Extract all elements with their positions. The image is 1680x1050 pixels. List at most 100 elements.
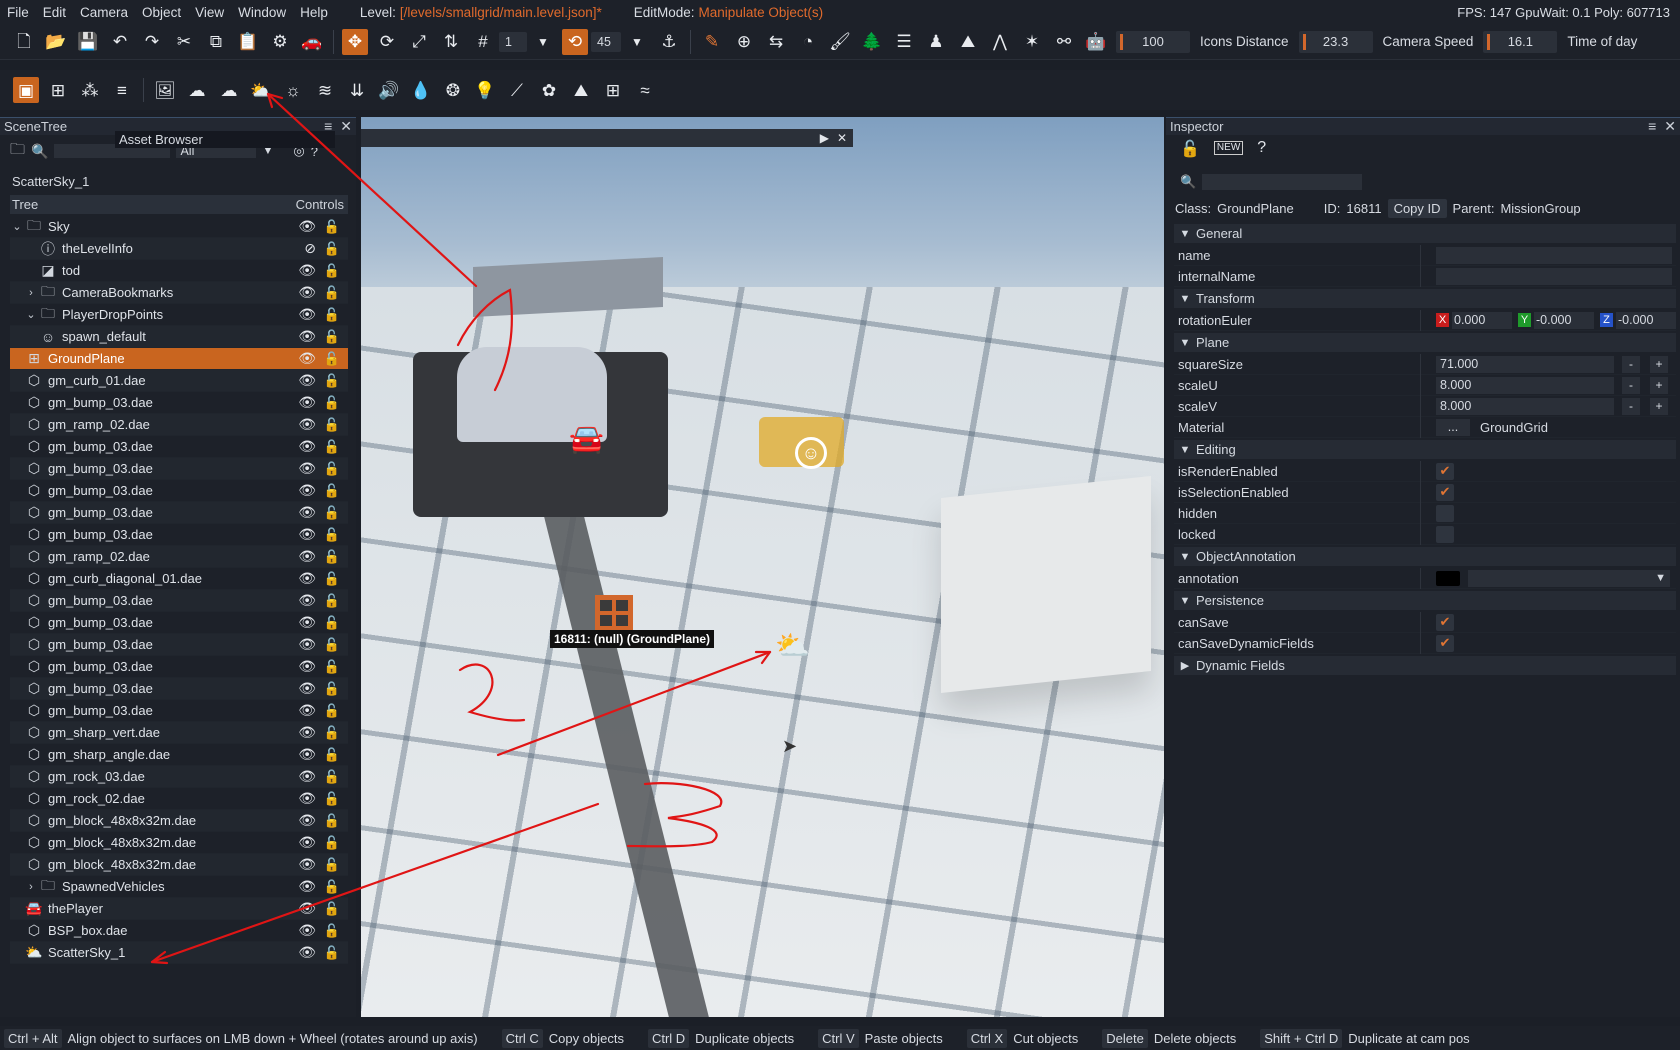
internal-name-input[interactable] bbox=[1436, 267, 1672, 285]
hidden-checkbox[interactable] bbox=[1436, 504, 1454, 522]
expand-toggle-icon[interactable]: ⌄ bbox=[10, 220, 24, 233]
eye-icon[interactable]: 👁 bbox=[298, 394, 316, 411]
scale-u-minus[interactable]: - bbox=[1622, 376, 1640, 394]
play-icon[interactable]: ▶ bbox=[820, 131, 829, 145]
lock-icon[interactable]: 🔓 bbox=[324, 879, 340, 895]
menu-help[interactable]: Help bbox=[293, 5, 335, 20]
layers-icon[interactable]: ☰ bbox=[891, 29, 917, 55]
eye-icon[interactable]: 👁 bbox=[298, 878, 316, 895]
car-icon[interactable]: 🚘 bbox=[569, 422, 604, 455]
navigation-icon[interactable]: ✶ bbox=[1019, 29, 1045, 55]
eye-icon[interactable]: 👁 bbox=[298, 790, 316, 807]
tree-row[interactable]: ⬡ gm_bump_03.dae 👁 🔓 bbox=[10, 524, 348, 546]
rotation-x-input[interactable]: 0.000 bbox=[1452, 311, 1512, 329]
eye-icon[interactable]: 👁 bbox=[298, 834, 316, 851]
paste-icon[interactable]: 📋 bbox=[235, 29, 261, 55]
lock-icon[interactable]: 🔓 bbox=[324, 307, 340, 323]
lock-icon[interactable]: 🔓 bbox=[324, 527, 340, 543]
tree-row[interactable]: ⬡ gm_bump_03.dae 👁 🔓 bbox=[10, 392, 348, 414]
eye-icon[interactable]: 👁 bbox=[298, 702, 316, 719]
tree-row[interactable]: ⛅ ScatterSky_1 👁 🔓 bbox=[10, 942, 348, 964]
eye-icon[interactable]: 👁 bbox=[298, 614, 316, 631]
add-object-icon[interactable]: ⊕ bbox=[731, 29, 757, 55]
lock-icon[interactable]: 🔓 bbox=[324, 549, 340, 565]
icons-distance-slider[interactable]: 23.3 bbox=[1298, 30, 1373, 53]
rotate-snap-icon[interactable]: ⟲ bbox=[562, 28, 588, 55]
scale-u-input[interactable]: 8.000 bbox=[1436, 376, 1614, 394]
lock-icon[interactable]: 🔓 bbox=[324, 241, 340, 257]
square-size-minus[interactable]: - bbox=[1622, 355, 1640, 373]
vehicle-icon[interactable]: 🚗 bbox=[299, 29, 325, 55]
tree-row[interactable]: ⬡ gm_bump_03.dae 👁 🔓 bbox=[10, 678, 348, 700]
close-icon[interactable]: ✕ bbox=[340, 118, 352, 135]
tree-row[interactable]: ☺ spawn_default 👁 🔓 bbox=[10, 326, 348, 348]
asset-image-icon[interactable]: ▣ bbox=[13, 77, 39, 103]
grid-snap-icon[interactable]: # bbox=[470, 29, 496, 55]
can-save-dynamic-checkbox[interactable]: ✔ bbox=[1436, 634, 1454, 652]
section-transform[interactable]: ▼ Transform bbox=[1174, 289, 1676, 308]
redo-icon[interactable]: ↷ bbox=[139, 29, 165, 55]
eye-icon[interactable]: 👁 bbox=[298, 526, 316, 543]
camera-speed-slider[interactable]: 16.1 bbox=[1483, 30, 1558, 53]
lock-icon[interactable]: 🔓 bbox=[324, 725, 340, 741]
tree-row[interactable]: ⬡ gm_rock_03.dae 👁 🔓 bbox=[10, 766, 348, 788]
pivot-icon[interactable]: ⚓ bbox=[656, 29, 682, 55]
lock-icon[interactable]: 🔓 bbox=[324, 483, 340, 499]
rotate-snap-dropdown-icon[interactable]: ▼ bbox=[624, 29, 650, 55]
can-save-checkbox[interactable]: ✔ bbox=[1436, 613, 1454, 631]
menu-object[interactable]: Object bbox=[135, 5, 188, 20]
image-icon[interactable]: 🖼 bbox=[152, 77, 178, 103]
save-icon[interactable]: 💾 bbox=[75, 29, 101, 55]
section-editing[interactable]: ▼ Editing bbox=[1174, 440, 1676, 459]
name-input[interactable] bbox=[1436, 246, 1672, 264]
scatter-sky-icon[interactable]: ⛅ bbox=[248, 77, 274, 103]
open-folder-icon[interactable]: 📂 bbox=[43, 29, 69, 55]
copy-id-button[interactable]: Copy ID bbox=[1387, 199, 1447, 218]
eye-icon[interactable]: 👁 bbox=[298, 636, 316, 653]
point-light-icon[interactable]: 💡 bbox=[472, 77, 498, 103]
close-icon[interactable]: ✕ bbox=[1664, 118, 1676, 135]
menu-view[interactable]: View bbox=[188, 5, 231, 20]
mesh-road-icon[interactable]: ⋀ bbox=[987, 29, 1013, 55]
lock-icon[interactable]: 🔓 bbox=[324, 769, 340, 785]
add-list-icon[interactable]: ≡ bbox=[109, 77, 135, 103]
eye-icon[interactable]: 👁 bbox=[298, 944, 316, 961]
lock-icon[interactable]: 🔓 bbox=[324, 857, 340, 873]
tree-row[interactable]: ⬡ gm_bump_03.dae 👁 🔓 bbox=[10, 436, 348, 458]
eye-icon[interactable]: 👁 bbox=[298, 680, 316, 697]
sun-icon[interactable]: ☼ bbox=[280, 77, 306, 103]
tree-row[interactable]: ⬡ gm_curb_01.dae 👁 🔓 bbox=[10, 370, 348, 392]
tree-row[interactable]: ⬡ gm_rock_02.dae 👁 🔓 bbox=[10, 788, 348, 810]
lock-icon[interactable]: 🔓 bbox=[324, 835, 340, 851]
eye-icon[interactable]: 👁 bbox=[298, 746, 316, 763]
tree-row[interactable]: ⌄ 🗀 PlayerDropPoints 👁 🔓 bbox=[10, 304, 348, 326]
water-block-icon[interactable]: ≈ bbox=[632, 77, 658, 103]
rotation-y-input[interactable]: -0.000 bbox=[1534, 311, 1594, 329]
tree-row[interactable]: ⊞ GroundPlane 👁 🔓 bbox=[10, 348, 348, 370]
tree-row[interactable]: ⬡ gm_block_48x8x32m.dae 👁 🔓 bbox=[10, 810, 348, 832]
grid-size-input[interactable]: 1 bbox=[499, 31, 527, 52]
lock-icon[interactable]: 🔓 bbox=[324, 395, 340, 411]
scale-v-minus[interactable]: - bbox=[1622, 397, 1640, 415]
tree-row[interactable]: ⬡ gm_ramp_02.dae 👁 🔓 bbox=[10, 414, 348, 436]
square-size-plus[interactable]: + bbox=[1650, 355, 1668, 373]
tree-row[interactable]: › 🗀 CameraBookmarks 👁 🔓 bbox=[10, 282, 348, 304]
eye-icon[interactable]: 👁 bbox=[298, 570, 316, 587]
expand-toggle-icon[interactable]: › bbox=[24, 287, 38, 299]
lock-icon[interactable]: 🔓 bbox=[324, 417, 340, 433]
menu-window[interactable]: Window bbox=[231, 5, 293, 20]
cut-icon[interactable]: ✂ bbox=[171, 29, 197, 55]
rotation-z-input[interactable]: -0.000 bbox=[1616, 311, 1676, 329]
eye-icon[interactable]: 👁 bbox=[298, 460, 316, 477]
section-object-annotation[interactable]: ▼ ObjectAnnotation bbox=[1174, 547, 1676, 566]
selection-enabled-checkbox[interactable]: ✔ bbox=[1436, 483, 1454, 501]
scale-u-plus[interactable]: + bbox=[1650, 376, 1668, 394]
section-general[interactable]: ▼ General bbox=[1174, 224, 1676, 243]
lock-icon[interactable]: 🔓 bbox=[324, 813, 340, 829]
precipitation-icon[interactable]: 💧 bbox=[408, 77, 434, 103]
eye-icon[interactable]: 👁 bbox=[298, 548, 316, 565]
eye-icon[interactable]: 👁 bbox=[298, 658, 316, 675]
menu-edit[interactable]: Edit bbox=[36, 5, 73, 20]
terrain-icon[interactable]: ⛰ bbox=[955, 29, 981, 55]
eye-icon[interactable]: 👁 bbox=[298, 592, 316, 609]
